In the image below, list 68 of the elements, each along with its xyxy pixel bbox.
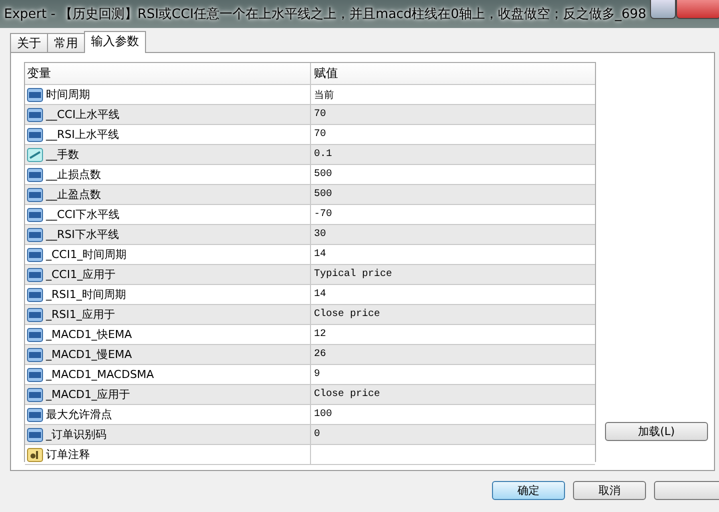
variable-name: __CCI下水平线 bbox=[46, 207, 120, 222]
variable-name: __RSI下水平线 bbox=[46, 227, 119, 242]
dialog-button[interactable]: 确定 bbox=[492, 481, 565, 500]
variable-name: _MACD1_MACDSMA bbox=[46, 368, 154, 381]
integer-icon bbox=[27, 128, 43, 142]
tab[interactable]: 输入参数 bbox=[84, 31, 146, 53]
text-icon bbox=[27, 448, 43, 462]
variable-name: 最大允许滑点 bbox=[46, 407, 112, 422]
variable-name: _CCI1_时间周期 bbox=[46, 247, 127, 262]
variable-name: 时间周期 bbox=[46, 87, 90, 102]
variable-name: 订单注释 bbox=[46, 447, 90, 462]
integer-icon bbox=[27, 208, 43, 222]
integer-icon bbox=[27, 108, 43, 122]
integer-icon bbox=[27, 408, 43, 422]
value-cell: Close price bbox=[314, 389, 380, 400]
dialog-button[interactable]: 取消 bbox=[573, 481, 646, 500]
tab[interactable]: 常用 bbox=[47, 33, 85, 52]
value-cell: 14 bbox=[314, 289, 326, 300]
integer-icon bbox=[27, 88, 43, 102]
value-cell: 14 bbox=[314, 249, 326, 260]
value-cell: 0.1 bbox=[314, 149, 332, 160]
integer-icon bbox=[27, 368, 43, 382]
value-cell: 0 bbox=[314, 429, 320, 440]
value-cell: 500 bbox=[314, 169, 332, 180]
variable-name: __止损点数 bbox=[46, 167, 101, 182]
variable-name: _订单识别码 bbox=[46, 427, 106, 442]
tab[interactable]: 关于 bbox=[10, 33, 48, 52]
integer-icon bbox=[27, 348, 43, 362]
window-title: Expert - 【历史回测】RSI或CCI任意一个在上水平线之上，并且macd柱线在0轴上，收盘做空；反之做多_698 bbox=[4, 6, 646, 23]
value-cell: 70 bbox=[314, 109, 326, 120]
value-cell: 500 bbox=[314, 189, 332, 200]
value-cell: 30 bbox=[314, 229, 326, 240]
variable-name: _MACD1_快EMA bbox=[46, 327, 132, 342]
variable-name: _MACD1_应用于 bbox=[46, 387, 130, 402]
value-cell: 26 bbox=[314, 349, 326, 360]
integer-icon bbox=[27, 428, 43, 442]
value-cell-text: 当前 bbox=[314, 88, 334, 102]
value-cell: -70 bbox=[314, 209, 332, 220]
integer-icon bbox=[27, 388, 43, 402]
variable-name: __手数 bbox=[46, 147, 79, 162]
integer-icon bbox=[27, 248, 43, 262]
variable-name: __止盈点数 bbox=[46, 187, 101, 202]
load-button[interactable]: 加载(L) bbox=[605, 422, 708, 441]
integer-icon bbox=[27, 268, 43, 282]
value-cell: 70 bbox=[314, 129, 326, 140]
integer-icon bbox=[27, 228, 43, 242]
value-cell: 9 bbox=[314, 369, 320, 380]
integer-icon bbox=[27, 188, 43, 202]
dialog-button[interactable] bbox=[654, 481, 719, 500]
integer-icon bbox=[27, 328, 43, 342]
value-cell: Close price bbox=[314, 309, 380, 320]
close-button[interactable] bbox=[676, 0, 719, 19]
integer-icon bbox=[27, 308, 43, 322]
value-cell: 100 bbox=[314, 409, 332, 420]
variable-name: _RSI1_应用于 bbox=[46, 307, 115, 322]
column-header: 赋值 bbox=[314, 65, 338, 82]
variable-name: _RSI1_时间周期 bbox=[46, 287, 126, 302]
value-cell: Typical price bbox=[314, 269, 392, 280]
integer-icon bbox=[27, 168, 43, 182]
fraction-icon bbox=[27, 148, 43, 162]
integer-icon bbox=[27, 288, 43, 302]
variable-name: _CCI1_应用于 bbox=[46, 267, 116, 282]
variable-name: __CCI上水平线 bbox=[46, 107, 120, 122]
column-header: 变量 bbox=[27, 65, 51, 82]
help-button[interactable] bbox=[650, 0, 676, 19]
value-cell: 12 bbox=[314, 329, 326, 340]
variable-name: _MACD1_慢EMA bbox=[46, 347, 132, 362]
variable-name: __RSI上水平线 bbox=[46, 127, 119, 142]
